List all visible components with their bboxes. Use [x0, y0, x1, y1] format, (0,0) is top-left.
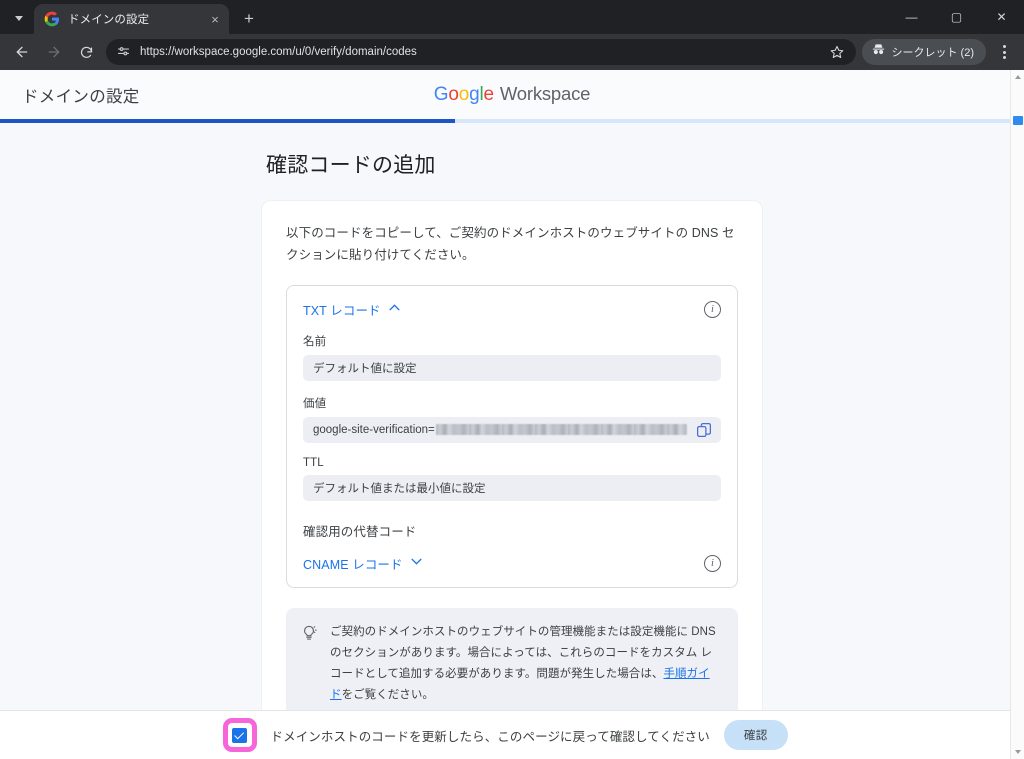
tab-search-icon[interactable]	[6, 5, 32, 31]
page-content: 確認コードの追加 以下のコードをコピーして、ご契約のドメインホストのウェブサイト…	[0, 123, 1024, 714]
incognito-hat-icon	[871, 42, 886, 62]
page-header: ドメインの設定 Google Workspace	[0, 70, 1024, 119]
copy-icon[interactable]	[695, 421, 713, 439]
txt-record-header: TXT レコード i	[303, 300, 721, 319]
address-bar[interactable]: https://workspace.google.com/u/0/verify/…	[106, 39, 856, 65]
back-button[interactable]	[8, 38, 36, 66]
verify-button[interactable]: 確認	[723, 720, 788, 750]
chevron-up-icon	[389, 304, 400, 314]
minimize-button[interactable]: —	[889, 0, 934, 34]
bottom-action-bar: ドメインホストのコードを更新したら、このページに戻って確認してください 確認	[0, 710, 1010, 759]
cname-record-label: CNAME レコード	[303, 557, 403, 572]
window-controls: — ▢ ✕	[889, 0, 1024, 34]
ttl-field[interactable]: デフォルト値または最小値に設定	[303, 474, 721, 501]
lightbulb-icon	[300, 624, 318, 647]
chrome-menu-icon[interactable]	[990, 38, 1018, 66]
page-title: ドメインの設定	[22, 87, 140, 106]
cname-info-icon[interactable]: i	[704, 554, 721, 572]
confirm-checkbox[interactable]	[232, 727, 247, 743]
page-scrollbar[interactable]	[1010, 70, 1024, 759]
incognito-label: シークレット (2)	[891, 47, 975, 59]
checkbox-label: ドメインホストのコードを更新したら、このページに戻って確認してください	[270, 729, 710, 744]
menu-dot	[1002, 45, 1006, 48]
menu-dot	[1002, 56, 1006, 59]
page-settings-icon[interactable]	[116, 44, 132, 60]
tab-close-icon[interactable]: ×	[207, 11, 223, 27]
google-wordmark: Google	[433, 84, 494, 105]
hint-text-before: ご契約のドメインホストのウェブサイトの管理機能または設定機能に DNS のセクシ…	[330, 625, 716, 680]
txt-record-toggle[interactable]: TXT レコード	[303, 300, 400, 319]
checkbox-highlight-annotation	[222, 718, 257, 752]
name-field-value: デフォルト値に設定	[313, 362, 417, 375]
triangle-up-icon	[1015, 75, 1021, 79]
google-favicon	[44, 11, 60, 27]
checkmark-icon	[234, 728, 245, 739]
chevron-down-icon	[411, 558, 422, 568]
ttl-field-label: TTL	[303, 456, 324, 469]
reload-button[interactable]	[72, 38, 100, 66]
verification-code-prefix: google-site-verification=	[313, 423, 435, 436]
scrollbar-thumb[interactable]	[1013, 116, 1023, 125]
ttl-field-value: デフォルト値または最小値に設定	[313, 482, 486, 495]
scroll-up-arrow[interactable]	[1011, 70, 1024, 84]
content-column: 確認コードの追加 以下のコードをコピーして、ご契約のドメインホストのウェブサイト…	[262, 123, 762, 714]
cname-record-header: CNAME レコード i	[303, 554, 721, 573]
hint-text: ご契約のドメインホストのウェブサイトの管理機能または設定機能に DNS のセクシ…	[330, 622, 720, 706]
instruction-text: 以下のコードをコピーして、ご契約のドメインホストのウェブサイトの DNS セクシ…	[286, 226, 735, 262]
hint-box: ご契約のドメインホストのウェブサイトの管理機能または設定機能に DNS のセクシ…	[286, 607, 738, 714]
hint-text-after: をご覧ください。	[341, 688, 434, 701]
scroll-down-arrow[interactable]	[1011, 745, 1024, 759]
triangle-down-icon	[1015, 750, 1021, 754]
chevron-down-icon	[15, 15, 23, 21]
close-window-button[interactable]: ✕	[979, 0, 1024, 34]
maximize-button[interactable]: ▢	[934, 0, 979, 34]
txt-info-icon[interactable]: i	[704, 300, 721, 318]
browser-toolbar: https://workspace.google.com/u/0/verify/…	[0, 34, 1024, 70]
value-field-label: 価値	[303, 397, 327, 410]
name-field[interactable]: デフォルト値に設定	[303, 354, 721, 381]
redacted-code	[435, 424, 687, 436]
url-text: https://workspace.google.com/u/0/verify/…	[140, 46, 417, 58]
verification-card: 以下のコードをコピーして、ご契約のドメインホストのウェブサイトの DNS セクシ…	[262, 201, 762, 714]
alt-code-heading: 確認用の代替コード	[303, 524, 417, 539]
tab-title: ドメインの設定	[68, 14, 150, 26]
new-tab-button[interactable]: +	[235, 4, 263, 32]
incognito-badge[interactable]: シークレット (2)	[861, 39, 986, 65]
dns-record-panel: TXT レコード i 名前 デフォルト値に設定 価値 google-site-v…	[286, 284, 738, 588]
star-icon[interactable]	[826, 41, 848, 63]
txt-record-label: TXT レコード	[303, 303, 381, 318]
menu-dot	[1002, 50, 1006, 54]
browser-window: ドメインの設定 × + — ▢ ✕ https://workspace.goog…	[0, 0, 1024, 759]
cname-record-toggle[interactable]: CNAME レコード	[303, 554, 422, 573]
main-heading: 確認コードの追加	[266, 154, 436, 177]
tab-strip: ドメインの設定 × + — ▢ ✕	[0, 0, 1024, 34]
workspace-wordmark: Workspace	[499, 83, 591, 104]
value-field[interactable]: google-site-verification=	[303, 416, 721, 443]
browser-tab[interactable]: ドメインの設定 ×	[34, 4, 229, 34]
google-workspace-logo: Google Workspace	[434, 83, 591, 106]
forward-button[interactable]	[40, 38, 68, 66]
name-field-label: 名前	[303, 335, 327, 348]
page-viewport: ドメインの設定 Google Workspace 確認コードの追加 以下のコード…	[0, 70, 1024, 759]
